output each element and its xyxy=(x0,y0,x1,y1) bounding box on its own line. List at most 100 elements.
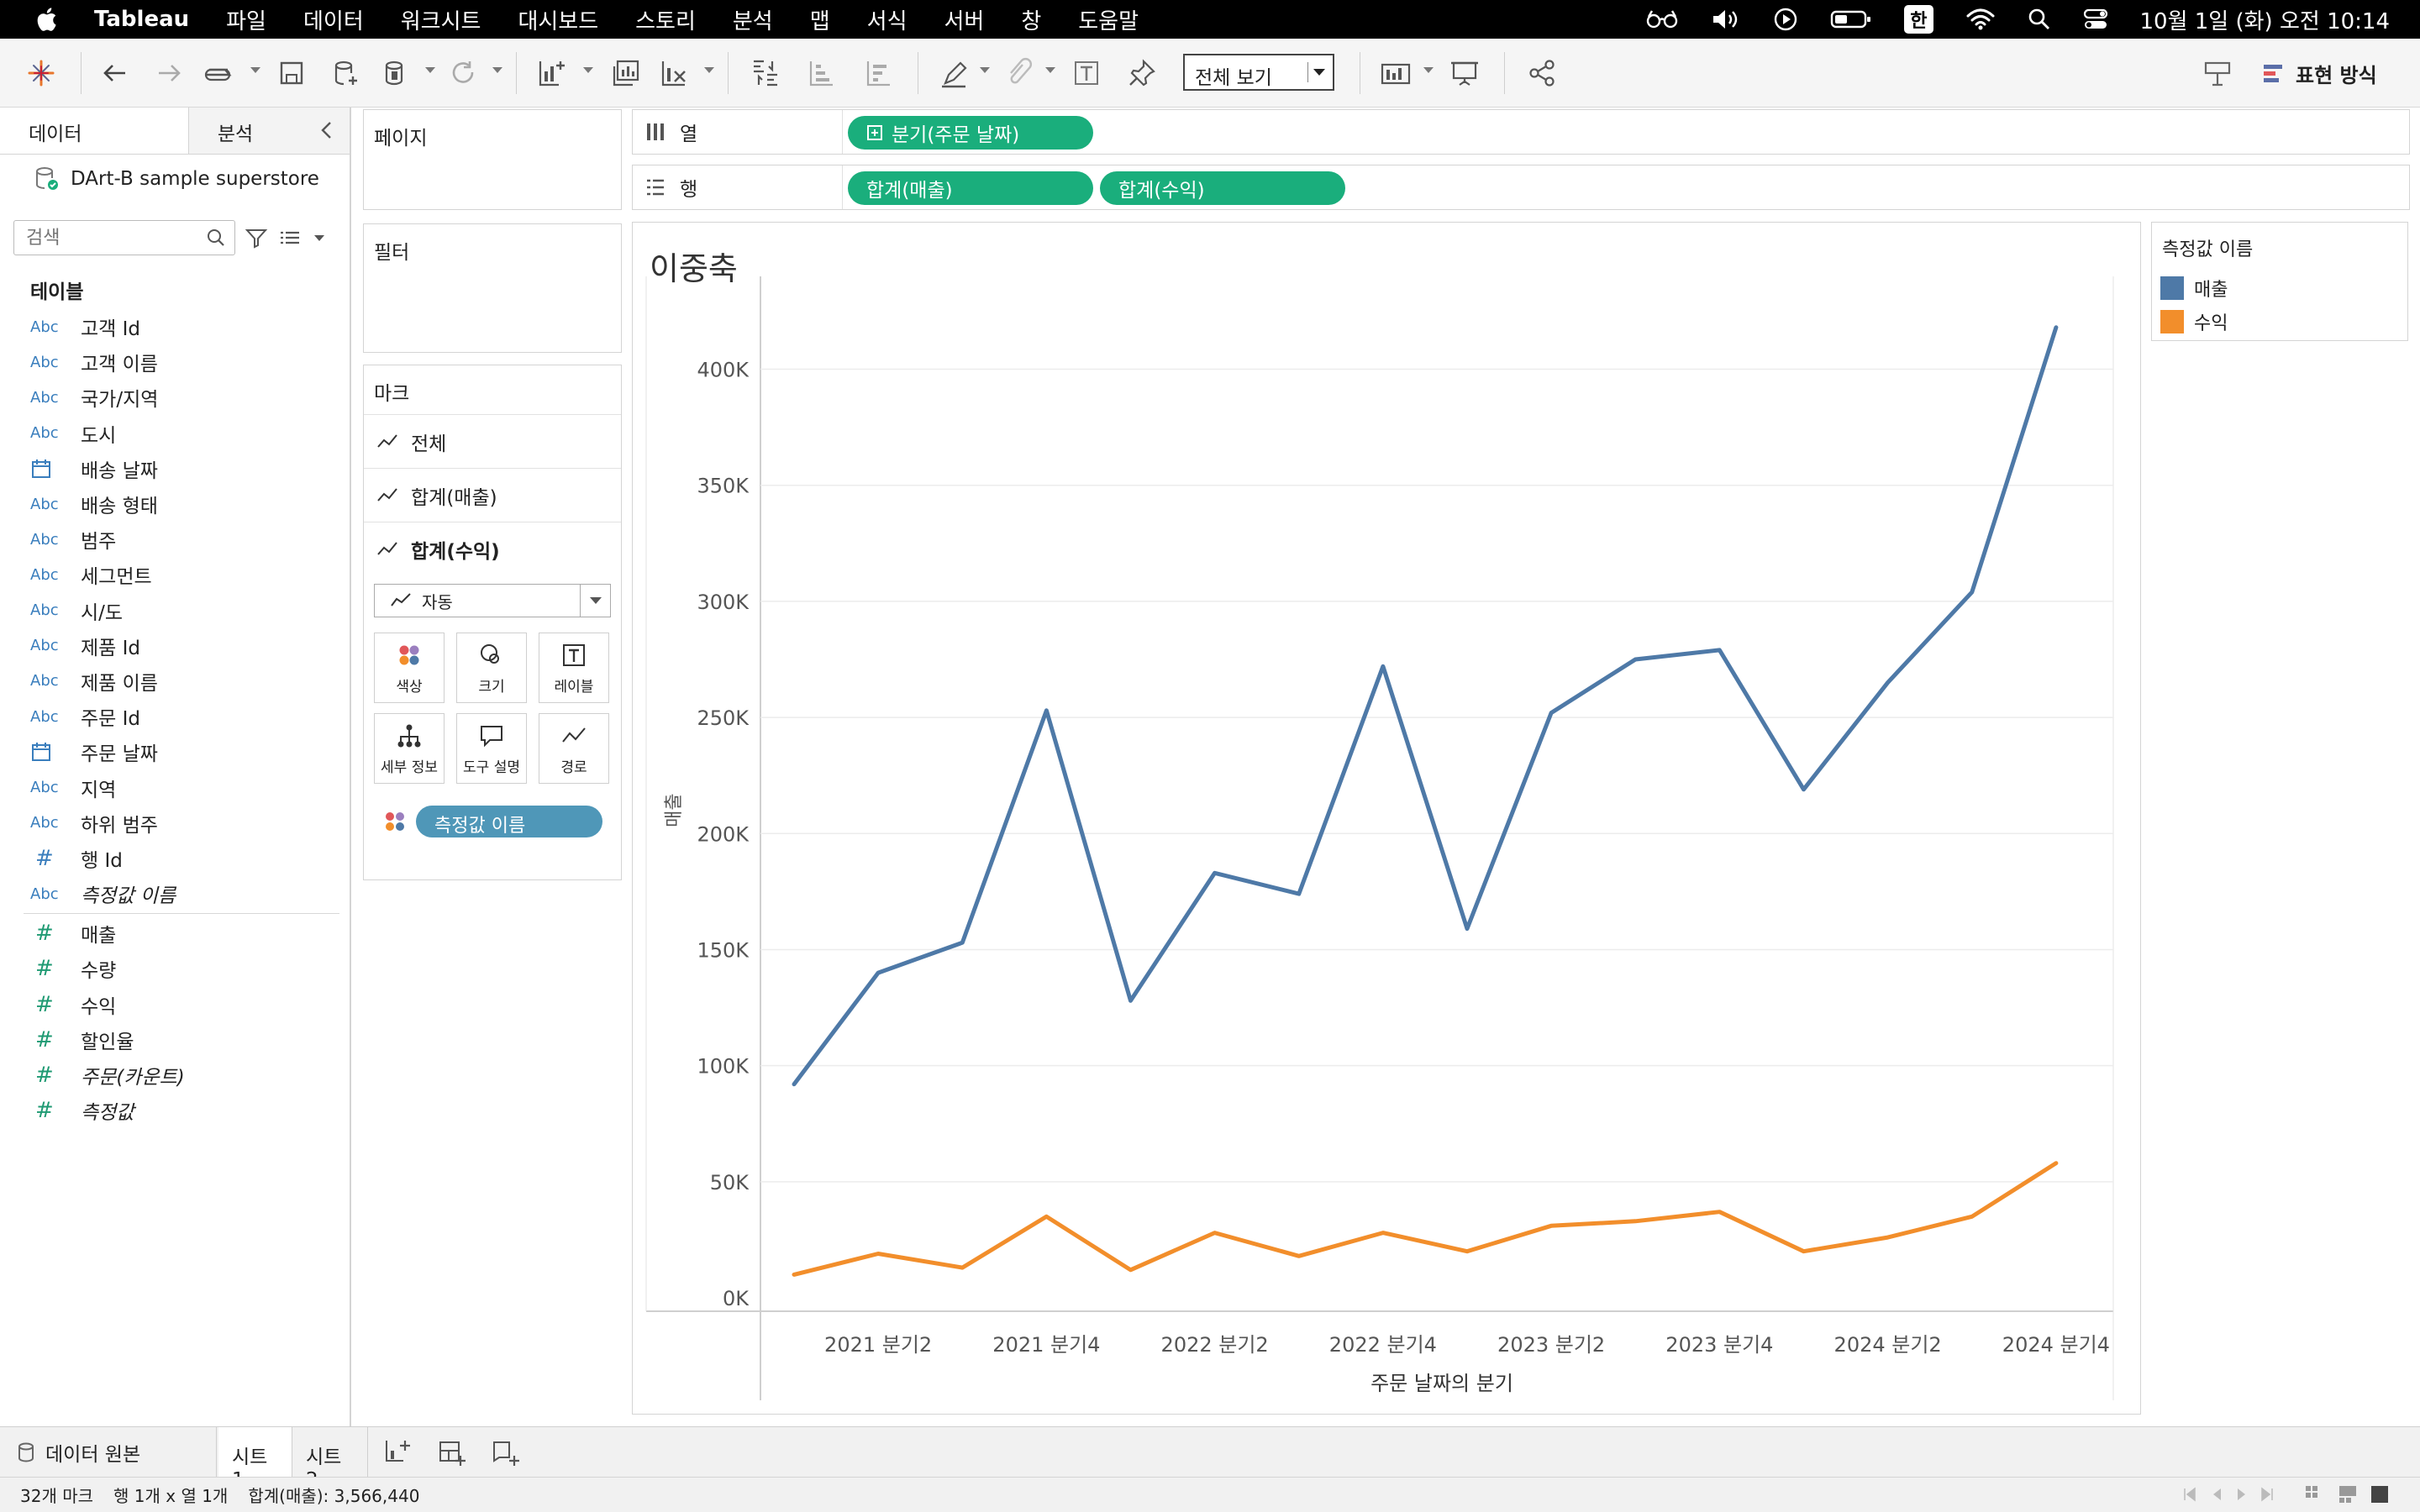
sum-sales-pill[interactable]: 합계(매출) xyxy=(848,171,1093,205)
filter-icon[interactable] xyxy=(244,225,269,250)
field-item[interactable]: Abc 도시 xyxy=(0,416,350,451)
view-options-icon[interactable] xyxy=(277,225,302,250)
undo-icon[interactable] xyxy=(97,55,133,91)
menu-data[interactable]: 데이터 xyxy=(303,4,364,35)
marks-tab-all[interactable]: 전체 xyxy=(364,414,621,468)
field-item[interactable]: # 주문(카운트) xyxy=(0,1058,350,1093)
search-input[interactable] xyxy=(13,220,235,255)
mark-type-dropdown-arrow[interactable] xyxy=(580,585,610,617)
menu-analysis[interactable]: 분석 xyxy=(733,4,773,35)
last-page-icon[interactable] xyxy=(2257,1484,2277,1504)
new-story-tab-icon[interactable] xyxy=(491,1437,521,1467)
menu-help[interactable]: 도움말 xyxy=(1078,4,1139,35)
field-item[interactable]: # 행 Id xyxy=(0,841,350,876)
sort-descending-icon[interactable] xyxy=(860,55,896,91)
field-item[interactable]: Abc 배송 형태 xyxy=(0,486,350,522)
tabs-view-icon[interactable] xyxy=(2370,1484,2390,1504)
swap-rows-columns-icon[interactable] xyxy=(748,55,783,91)
group-members-icon[interactable] xyxy=(1002,55,1037,91)
new-worksheet-icon[interactable] xyxy=(534,55,570,91)
pause-updates-icon[interactable] xyxy=(378,55,413,91)
sort-ascending-icon[interactable] xyxy=(803,55,839,91)
tooltip-pointer-icon[interactable] xyxy=(2200,55,2235,91)
field-item[interactable]: Abc 범주 xyxy=(0,522,350,557)
field-item[interactable]: Abc 세그먼트 xyxy=(0,557,350,592)
field-item[interactable]: 주문 날짜 xyxy=(0,734,350,769)
color-button[interactable]: 색상 xyxy=(374,633,445,703)
glasses-icon[interactable] xyxy=(1645,8,1679,30)
show-labels-icon[interactable] xyxy=(1069,55,1104,91)
fit-dropdown-arrow[interactable] xyxy=(1307,62,1328,82)
field-item[interactable]: 배송 날짜 xyxy=(0,451,350,486)
mark-type-select[interactable]: 자동 xyxy=(374,584,611,617)
datasource-item[interactable]: DArt-B sample superstore xyxy=(0,155,350,203)
rows-shelf[interactable]: 행 합계(매출) 합계(수익) xyxy=(632,165,2410,210)
field-item[interactable]: Abc 고객 이름 xyxy=(0,344,350,380)
new-sheet-dropdown-caret[interactable] xyxy=(583,67,593,73)
refresh-dropdown-caret[interactable] xyxy=(492,67,502,73)
menu-dashboard[interactable]: 대시보드 xyxy=(518,4,598,35)
worksheet-view[interactable]: 0K 50K 100K 150K 200K 250K 300K 350K 400K 매출 2021 … xyxy=(632,222,2141,1415)
legend-item-profit[interactable]: 수익 xyxy=(2152,305,2407,339)
duplicate-sheet-icon[interactable] xyxy=(608,55,644,91)
share-icon[interactable] xyxy=(1524,55,1560,91)
label-button[interactable]: 레이블 xyxy=(539,633,609,703)
cards-dropdown-caret[interactable] xyxy=(1423,67,1434,73)
menu-window[interactable]: 창 xyxy=(1021,4,1041,35)
detail-button[interactable]: 세부 정보 xyxy=(374,713,445,784)
field-item[interactable]: # 매출 xyxy=(0,916,350,951)
field-item[interactable]: Abc 주문 Id xyxy=(0,699,350,734)
quarter-order-date-pill[interactable]: 분기(주문 날짜) xyxy=(848,116,1093,150)
tooltip-button[interactable]: 도구 설명 xyxy=(456,713,527,784)
fit-select[interactable]: 전체 보기 xyxy=(1183,54,1334,91)
collapse-pane-icon[interactable] xyxy=(313,116,341,144)
size-button[interactable]: 크기 xyxy=(456,633,527,703)
swap-dropdown-caret[interactable] xyxy=(250,67,260,73)
field-item[interactable]: Abc 제품 이름 xyxy=(0,664,350,699)
menubar-clock[interactable]: 10월 1일 (화) 오전 10:14 xyxy=(2140,4,2391,35)
datasource-tab[interactable]: 데이터 원본 xyxy=(0,1427,217,1478)
new-dashboard-tab-icon[interactable] xyxy=(437,1437,467,1467)
pages-shelf[interactable]: 페이지 xyxy=(363,109,622,210)
refresh-icon[interactable] xyxy=(445,55,481,91)
field-item[interactable]: # 수익 xyxy=(0,987,350,1022)
clear-sheet-icon[interactable] xyxy=(657,55,692,91)
next-page-icon[interactable] xyxy=(2232,1484,2252,1504)
field-item[interactable]: Abc 국가/지역 xyxy=(0,380,350,415)
path-button[interactable]: 경로 xyxy=(539,713,609,784)
menu-map[interactable]: 맵 xyxy=(810,4,830,35)
new-worksheet-tab-icon[interactable] xyxy=(383,1437,413,1467)
menu-app-name[interactable]: Tableau xyxy=(94,7,189,32)
menu-file[interactable]: 파일 xyxy=(226,4,266,35)
play-icon[interactable] xyxy=(1773,7,1798,32)
field-item[interactable]: Abc 제품 Id xyxy=(0,628,350,664)
columns-shelf[interactable]: 열 분기(주문 날짜) xyxy=(632,109,2410,155)
field-item[interactable]: # 할인율 xyxy=(0,1022,350,1058)
show-me-button[interactable]: 표현 방식 xyxy=(2262,59,2377,88)
swap-icon[interactable] xyxy=(202,55,237,91)
measure-names-pill[interactable]: 측정값 이름 xyxy=(416,806,602,837)
sum-profit-pill[interactable]: 합계(수익) xyxy=(1100,171,1345,205)
battery-icon[interactable] xyxy=(1830,8,1872,30)
field-item[interactable]: # 수량 xyxy=(0,951,350,986)
new-datasource-icon[interactable] xyxy=(328,55,363,91)
view-options-chevron-icon[interactable] xyxy=(311,229,328,246)
presentation-mode-icon[interactable] xyxy=(1447,55,1482,91)
volume-icon[interactable] xyxy=(1711,8,1741,31)
clear-dropdown-caret[interactable] xyxy=(704,67,714,73)
marks-tab-sales[interactable]: 합계(매출) xyxy=(364,468,621,522)
field-item[interactable]: Abc 하위 범주 xyxy=(0,806,350,841)
spotlight-search-icon[interactable] xyxy=(2028,8,2051,31)
wifi-icon[interactable] xyxy=(1965,8,1996,31)
field-item[interactable]: # 측정값 xyxy=(0,1093,350,1128)
marks-tab-profit[interactable]: 합계(수익) xyxy=(364,522,621,575)
sheet-sorter-icon[interactable] xyxy=(2304,1484,2324,1504)
tab-data[interactable]: 데이터 xyxy=(0,108,189,154)
first-page-icon[interactable] xyxy=(2180,1484,2200,1504)
field-item[interactable]: Abc 고객 Id xyxy=(0,309,350,344)
save-icon[interactable] xyxy=(274,55,309,91)
field-item[interactable]: Abc 시/도 xyxy=(0,593,350,628)
input-method-indicator[interactable]: 한 xyxy=(1904,5,1933,34)
menu-worksheet[interactable]: 워크시트 xyxy=(401,4,481,35)
search-icon[interactable] xyxy=(203,225,229,250)
